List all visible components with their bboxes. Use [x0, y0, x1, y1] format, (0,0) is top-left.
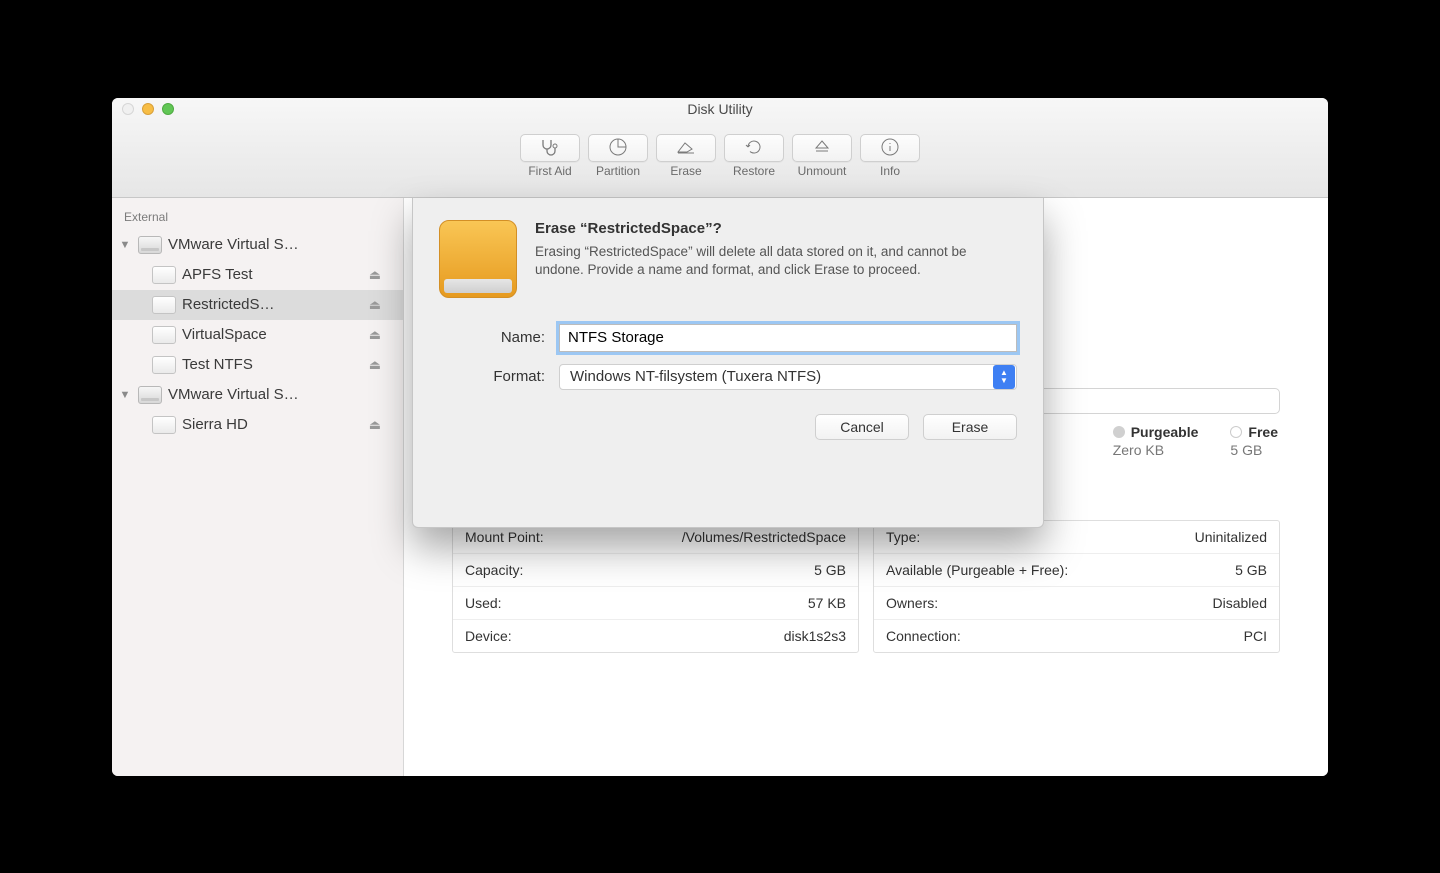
eject-icon[interactable]: ⏏ [369, 327, 393, 343]
window-close-button[interactable] [122, 103, 134, 115]
volume-icon [152, 416, 176, 434]
legend-purgeable: Purgeable Zero KB [1113, 424, 1199, 458]
dot-icon [1230, 426, 1242, 438]
details-table: Mount Point:/Volumes/RestrictedSpace Cap… [452, 520, 1280, 653]
sidebar-volume-apfs-test[interactable]: APFS Test ⏏ [112, 260, 403, 290]
volume-icon [152, 296, 176, 314]
titlebar-top: Disk Utility [112, 98, 1328, 120]
titlebar: Disk Utility First Aid Partition Erase R… [112, 98, 1328, 198]
window-title: Disk Utility [687, 101, 752, 117]
eject-icon[interactable]: ⏏ [369, 357, 393, 373]
format-label: Format: [439, 368, 559, 385]
sidebar-drive-vmware-1[interactable]: ▼ VMware Virtual S… [112, 230, 403, 260]
eraser-icon [675, 138, 697, 159]
eject-icon [813, 138, 831, 159]
drive-icon [138, 236, 162, 254]
erase-form: Name: Format: Windows NT-filsystem (Tuxe… [439, 324, 1017, 390]
restore-icon [744, 137, 764, 160]
stethoscope-icon [539, 138, 561, 159]
legend-free: Free 5 GB [1230, 424, 1278, 458]
disclosure-icon[interactable]: ▼ [118, 239, 132, 251]
sidebar-volume-restricted-space[interactable]: RestrictedS… ⏏ [112, 290, 403, 320]
sheet-title: Erase “RestrictedSpace”? [535, 220, 1017, 237]
detail-owners: Owners:Disabled [874, 587, 1279, 620]
window-minimize-button[interactable] [142, 103, 154, 115]
details-right: Type:Uninitalized Available (Purgeable +… [873, 520, 1280, 653]
eject-icon[interactable]: ⏏ [369, 267, 393, 283]
sidebar-section-external: External [112, 206, 403, 228]
volume-icon [152, 326, 176, 344]
volume-icon [152, 266, 176, 284]
sidebar-volume-sierra-hd[interactable]: Sierra HD ⏏ [112, 410, 403, 440]
detail-connection: Connection:PCI [874, 620, 1279, 652]
sidebar: External ▼ VMware Virtual S… APFS Test ⏏… [112, 198, 404, 776]
traffic-lights [122, 103, 174, 115]
cancel-button[interactable]: Cancel [815, 414, 909, 440]
name-label: Name: [439, 329, 559, 346]
sidebar-volume-test-ntfs[interactable]: Test NTFS ⏏ [112, 350, 403, 380]
dot-icon [1113, 426, 1125, 438]
drive-icon [138, 386, 162, 404]
erase-button[interactable]: Erase [656, 134, 716, 178]
eject-icon[interactable]: ⏏ [369, 417, 393, 433]
pie-icon [608, 137, 628, 160]
format-select[interactable]: Windows NT-filsystem (Tuxera NTFS) ▲▼ [559, 364, 1017, 390]
detail-used: Used:57 KB [453, 587, 858, 620]
window-zoom-button[interactable] [162, 103, 174, 115]
first-aid-button[interactable]: First Aid [520, 134, 580, 178]
restore-button[interactable]: Restore [724, 134, 784, 178]
disk-utility-window: Disk Utility First Aid Partition Erase R… [112, 98, 1328, 776]
name-input[interactable] [559, 324, 1017, 352]
info-button[interactable]: Info [860, 134, 920, 178]
sidebar-drive-vmware-2[interactable]: ▼ VMware Virtual S… [112, 380, 403, 410]
disclosure-icon[interactable]: ▼ [118, 389, 132, 401]
detail-device: Device:disk1s2s3 [453, 620, 858, 652]
sheet-body: Erasing “RestrictedSpace” will delete al… [535, 243, 1017, 279]
toolbar: First Aid Partition Erase Restore Unmoun… [112, 120, 1328, 197]
external-drive-icon [439, 220, 517, 298]
sidebar-volume-virtual-space[interactable]: VirtualSpace ⏏ [112, 320, 403, 350]
select-arrows-icon: ▲▼ [993, 365, 1015, 389]
eject-icon[interactable]: ⏏ [369, 297, 393, 313]
erase-sheet: Erase “RestrictedSpace”? Erasing “Restri… [412, 198, 1044, 528]
partition-button[interactable]: Partition [588, 134, 648, 178]
details-left: Mount Point:/Volumes/RestrictedSpace Cap… [452, 520, 859, 653]
erase-confirm-button[interactable]: Erase [923, 414, 1017, 440]
info-icon [880, 137, 900, 160]
detail-capacity: Capacity:5 GB [453, 554, 858, 587]
detail-available: Available (Purgeable + Free):5 GB [874, 554, 1279, 587]
unmount-button[interactable]: Unmount [792, 134, 852, 178]
volume-icon [152, 356, 176, 374]
format-value: Windows NT-filsystem (Tuxera NTFS) [570, 368, 821, 385]
